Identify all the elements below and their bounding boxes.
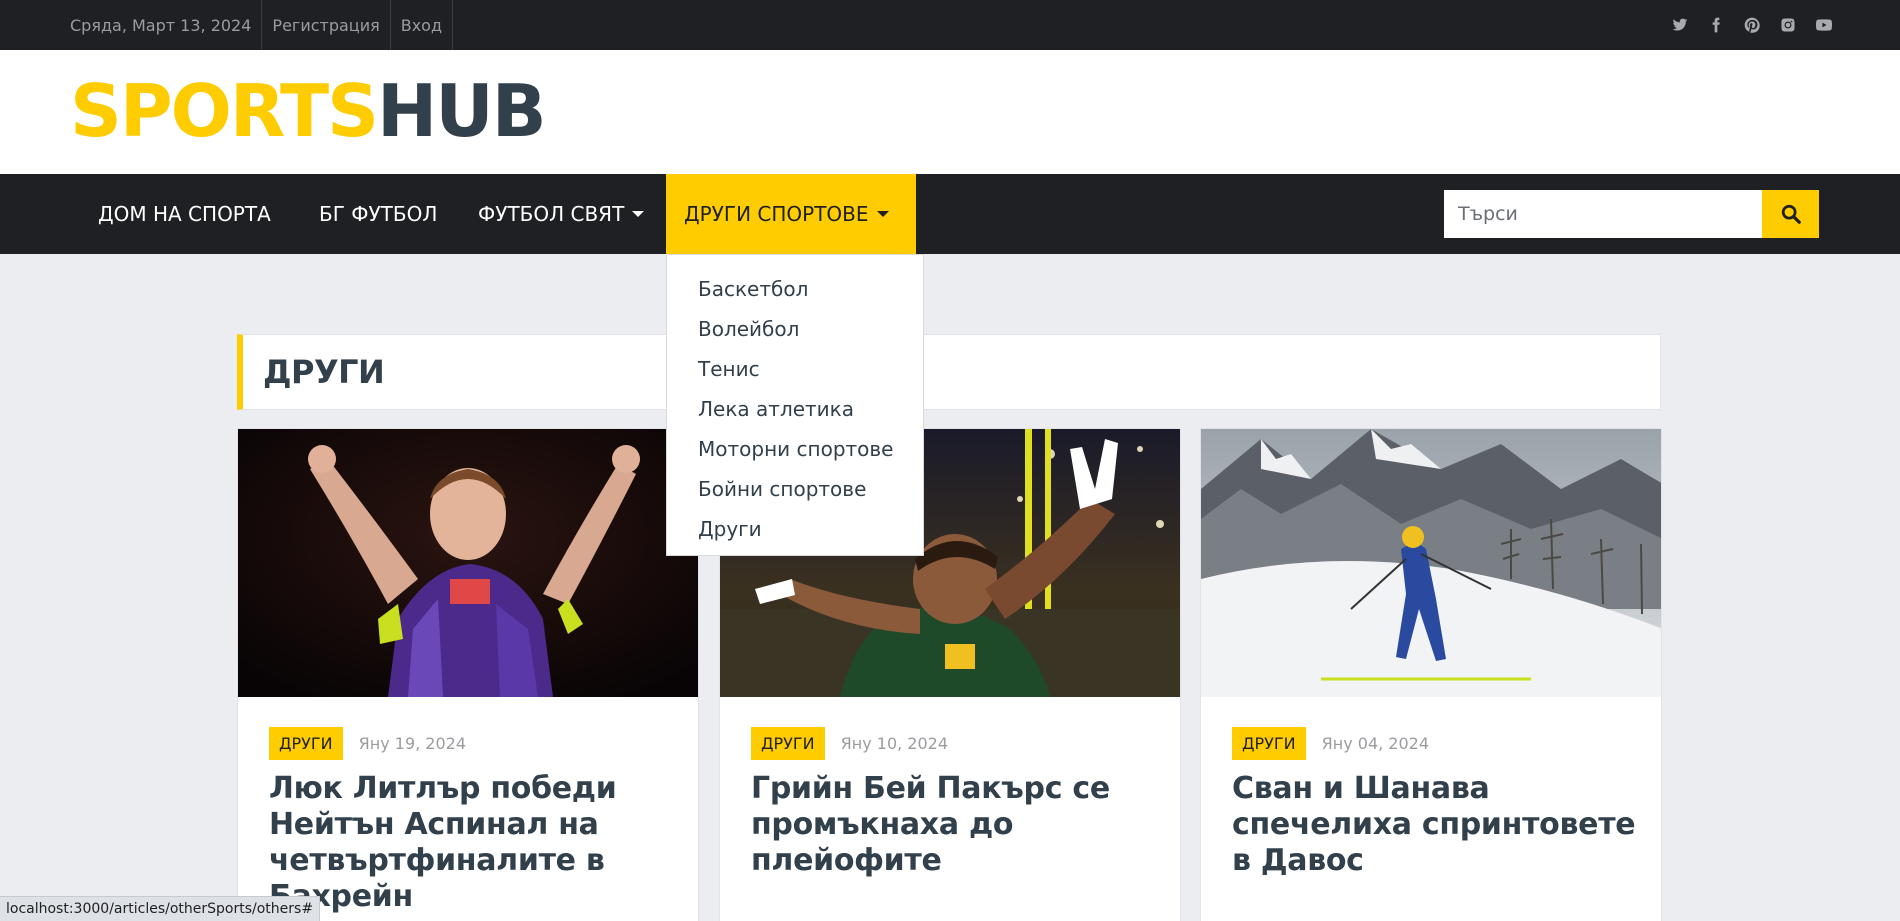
category-badge[interactable]: ДРУГИ bbox=[1232, 727, 1306, 760]
nav-item-other-sports[interactable]: ДРУГИ СПОРТОВЕ bbox=[666, 174, 916, 254]
instagram-icon[interactable] bbox=[1780, 17, 1796, 33]
logo-part-hub: HUB bbox=[377, 69, 547, 153]
section-heading: ДРУГИ bbox=[237, 334, 1661, 410]
search-form bbox=[1444, 190, 1819, 238]
article-date: Яну 04, 2024 bbox=[1321, 734, 1430, 753]
current-date: Сряда, Март 13, 2024 bbox=[60, 0, 263, 50]
chevron-down-icon bbox=[876, 211, 889, 217]
section-title: ДРУГИ bbox=[263, 353, 385, 391]
article-card[interactable]: ДРУГИ Яну 19, 2024 Люк Литлър победи Ней… bbox=[237, 428, 699, 921]
nav-item-home[interactable]: ДОМ НА СПОРТА bbox=[98, 174, 271, 254]
youtube-icon[interactable] bbox=[1816, 17, 1832, 33]
top-bar-links: Сряда, Март 13, 2024 Регистрация Вход bbox=[60, 0, 454, 50]
logo-part-sports: SPORTS bbox=[70, 69, 379, 153]
nav-item-label: ФУТБОЛ СВЯТ bbox=[478, 202, 625, 226]
other-sports-dropdown: Баскетбол Волейбол Тенис Лека атлетика М… bbox=[666, 254, 924, 556]
social-links bbox=[1672, 0, 1832, 50]
dropdown-item-basketball[interactable]: Баскетбол bbox=[667, 269, 923, 309]
article-date: Яну 10, 2024 bbox=[840, 734, 949, 753]
article-meta: ДРУГИ Яну 04, 2024 bbox=[1232, 727, 1429, 760]
article-date: Яну 19, 2024 bbox=[358, 734, 467, 753]
nav-item-world-football[interactable]: ФУТБОЛ СВЯТ bbox=[478, 174, 645, 254]
register-link[interactable]: Регистрация bbox=[262, 0, 391, 50]
article-image[interactable] bbox=[1201, 429, 1661, 697]
dropdown-item-athletics[interactable]: Лека атлетика bbox=[667, 389, 923, 429]
article-image[interactable] bbox=[238, 429, 698, 697]
dropdown-item-motorsports[interactable]: Моторни спортове bbox=[667, 429, 923, 469]
login-link[interactable]: Вход bbox=[391, 0, 454, 50]
facebook-icon[interactable] bbox=[1708, 17, 1724, 33]
category-badge[interactable]: ДРУГИ bbox=[269, 727, 343, 760]
site-header: SPORTSHUB bbox=[0, 50, 1900, 174]
dropdown-item-combat-sports[interactable]: Бойни спортове bbox=[667, 469, 923, 509]
search-input[interactable] bbox=[1444, 190, 1762, 238]
dropdown-item-others[interactable]: Други bbox=[667, 509, 923, 549]
nav-item-label: ДОМ НА СПОРТА bbox=[98, 202, 271, 226]
nav-item-label: БГ ФУТБОЛ bbox=[319, 202, 438, 226]
article-title[interactable]: Грийн Бей Пакърс се промъкнаха до плейоф… bbox=[751, 771, 1161, 879]
category-badge[interactable]: ДРУГИ bbox=[751, 727, 825, 760]
search-icon bbox=[1781, 204, 1801, 224]
site-logo[interactable]: SPORTSHUB bbox=[70, 69, 547, 153]
article-meta: ДРУГИ Яну 19, 2024 bbox=[269, 727, 466, 760]
chevron-down-icon bbox=[632, 211, 645, 217]
article-title[interactable]: Сван и Шанава спечелиха спринтовете в Да… bbox=[1232, 771, 1642, 879]
browser-status-bar: localhost:3000/articles/otherSports/othe… bbox=[0, 896, 321, 921]
dropdown-item-volleyball[interactable]: Волейбол bbox=[667, 309, 923, 349]
nav-item-label: ДРУГИ СПОРТОВЕ bbox=[684, 202, 869, 226]
dropdown-item-tennis[interactable]: Тенис bbox=[667, 349, 923, 389]
twitter-icon[interactable] bbox=[1672, 17, 1688, 33]
article-title[interactable]: Люк Литлър победи Нейтън Аспинал на четв… bbox=[269, 771, 679, 915]
top-bar: Сряда, Март 13, 2024 Регистрация Вход bbox=[0, 0, 1900, 50]
pinterest-icon[interactable] bbox=[1744, 17, 1760, 33]
article-card[interactable]: ДРУГИ Яну 04, 2024 Сван и Шанава спечели… bbox=[1200, 428, 1662, 921]
search-button[interactable] bbox=[1762, 190, 1819, 238]
article-meta: ДРУГИ Яну 10, 2024 bbox=[751, 727, 948, 760]
nav-item-bg-football[interactable]: БГ ФУТБОЛ bbox=[319, 174, 437, 254]
